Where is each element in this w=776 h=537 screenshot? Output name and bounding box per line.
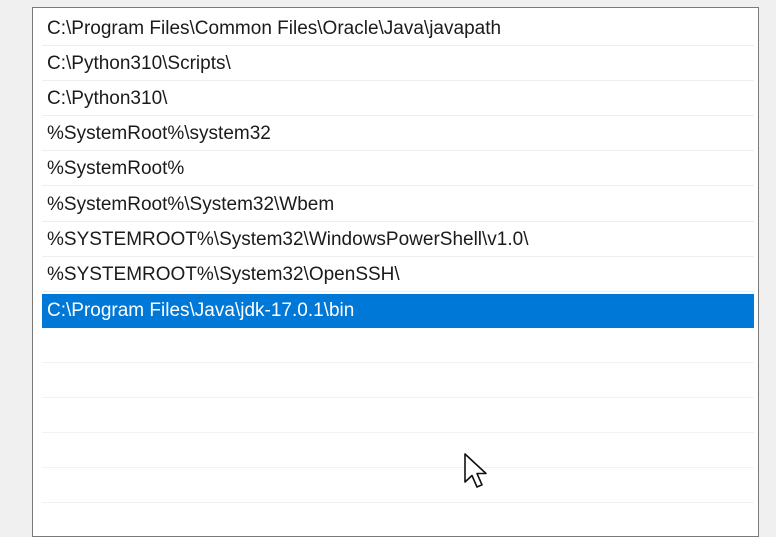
path-item[interactable]: C:\Program Files\Common Files\Oracle\Jav… bbox=[42, 12, 754, 46]
path-item[interactable]: C:\Python310\ bbox=[42, 82, 754, 116]
path-item[interactable]: %SYSTEMROOT%\System32\OpenSSH\ bbox=[42, 258, 754, 292]
path-item[interactable]: %SystemRoot%\system32 bbox=[42, 117, 754, 151]
empty-row[interactable] bbox=[42, 329, 754, 363]
path-list[interactable]: C:\Program Files\Common Files\Oracle\Jav… bbox=[32, 7, 759, 537]
arrow-cursor-icon bbox=[464, 453, 487, 488]
path-item-selected[interactable]: C:\Program Files\Java\jdk-17.0.1\bin bbox=[42, 294, 754, 328]
empty-row[interactable] bbox=[42, 434, 754, 468]
empty-row[interactable] bbox=[42, 469, 754, 503]
empty-row[interactable] bbox=[42, 399, 754, 433]
path-item[interactable]: C:\Python310\Scripts\ bbox=[42, 47, 754, 81]
path-item[interactable]: %SYSTEMROOT%\System32\WindowsPowerShell\… bbox=[42, 223, 754, 257]
path-item[interactable]: %SystemRoot%\System32\Wbem bbox=[42, 188, 754, 222]
path-item[interactable]: %SystemRoot% bbox=[42, 152, 754, 186]
empty-row[interactable] bbox=[42, 364, 754, 398]
